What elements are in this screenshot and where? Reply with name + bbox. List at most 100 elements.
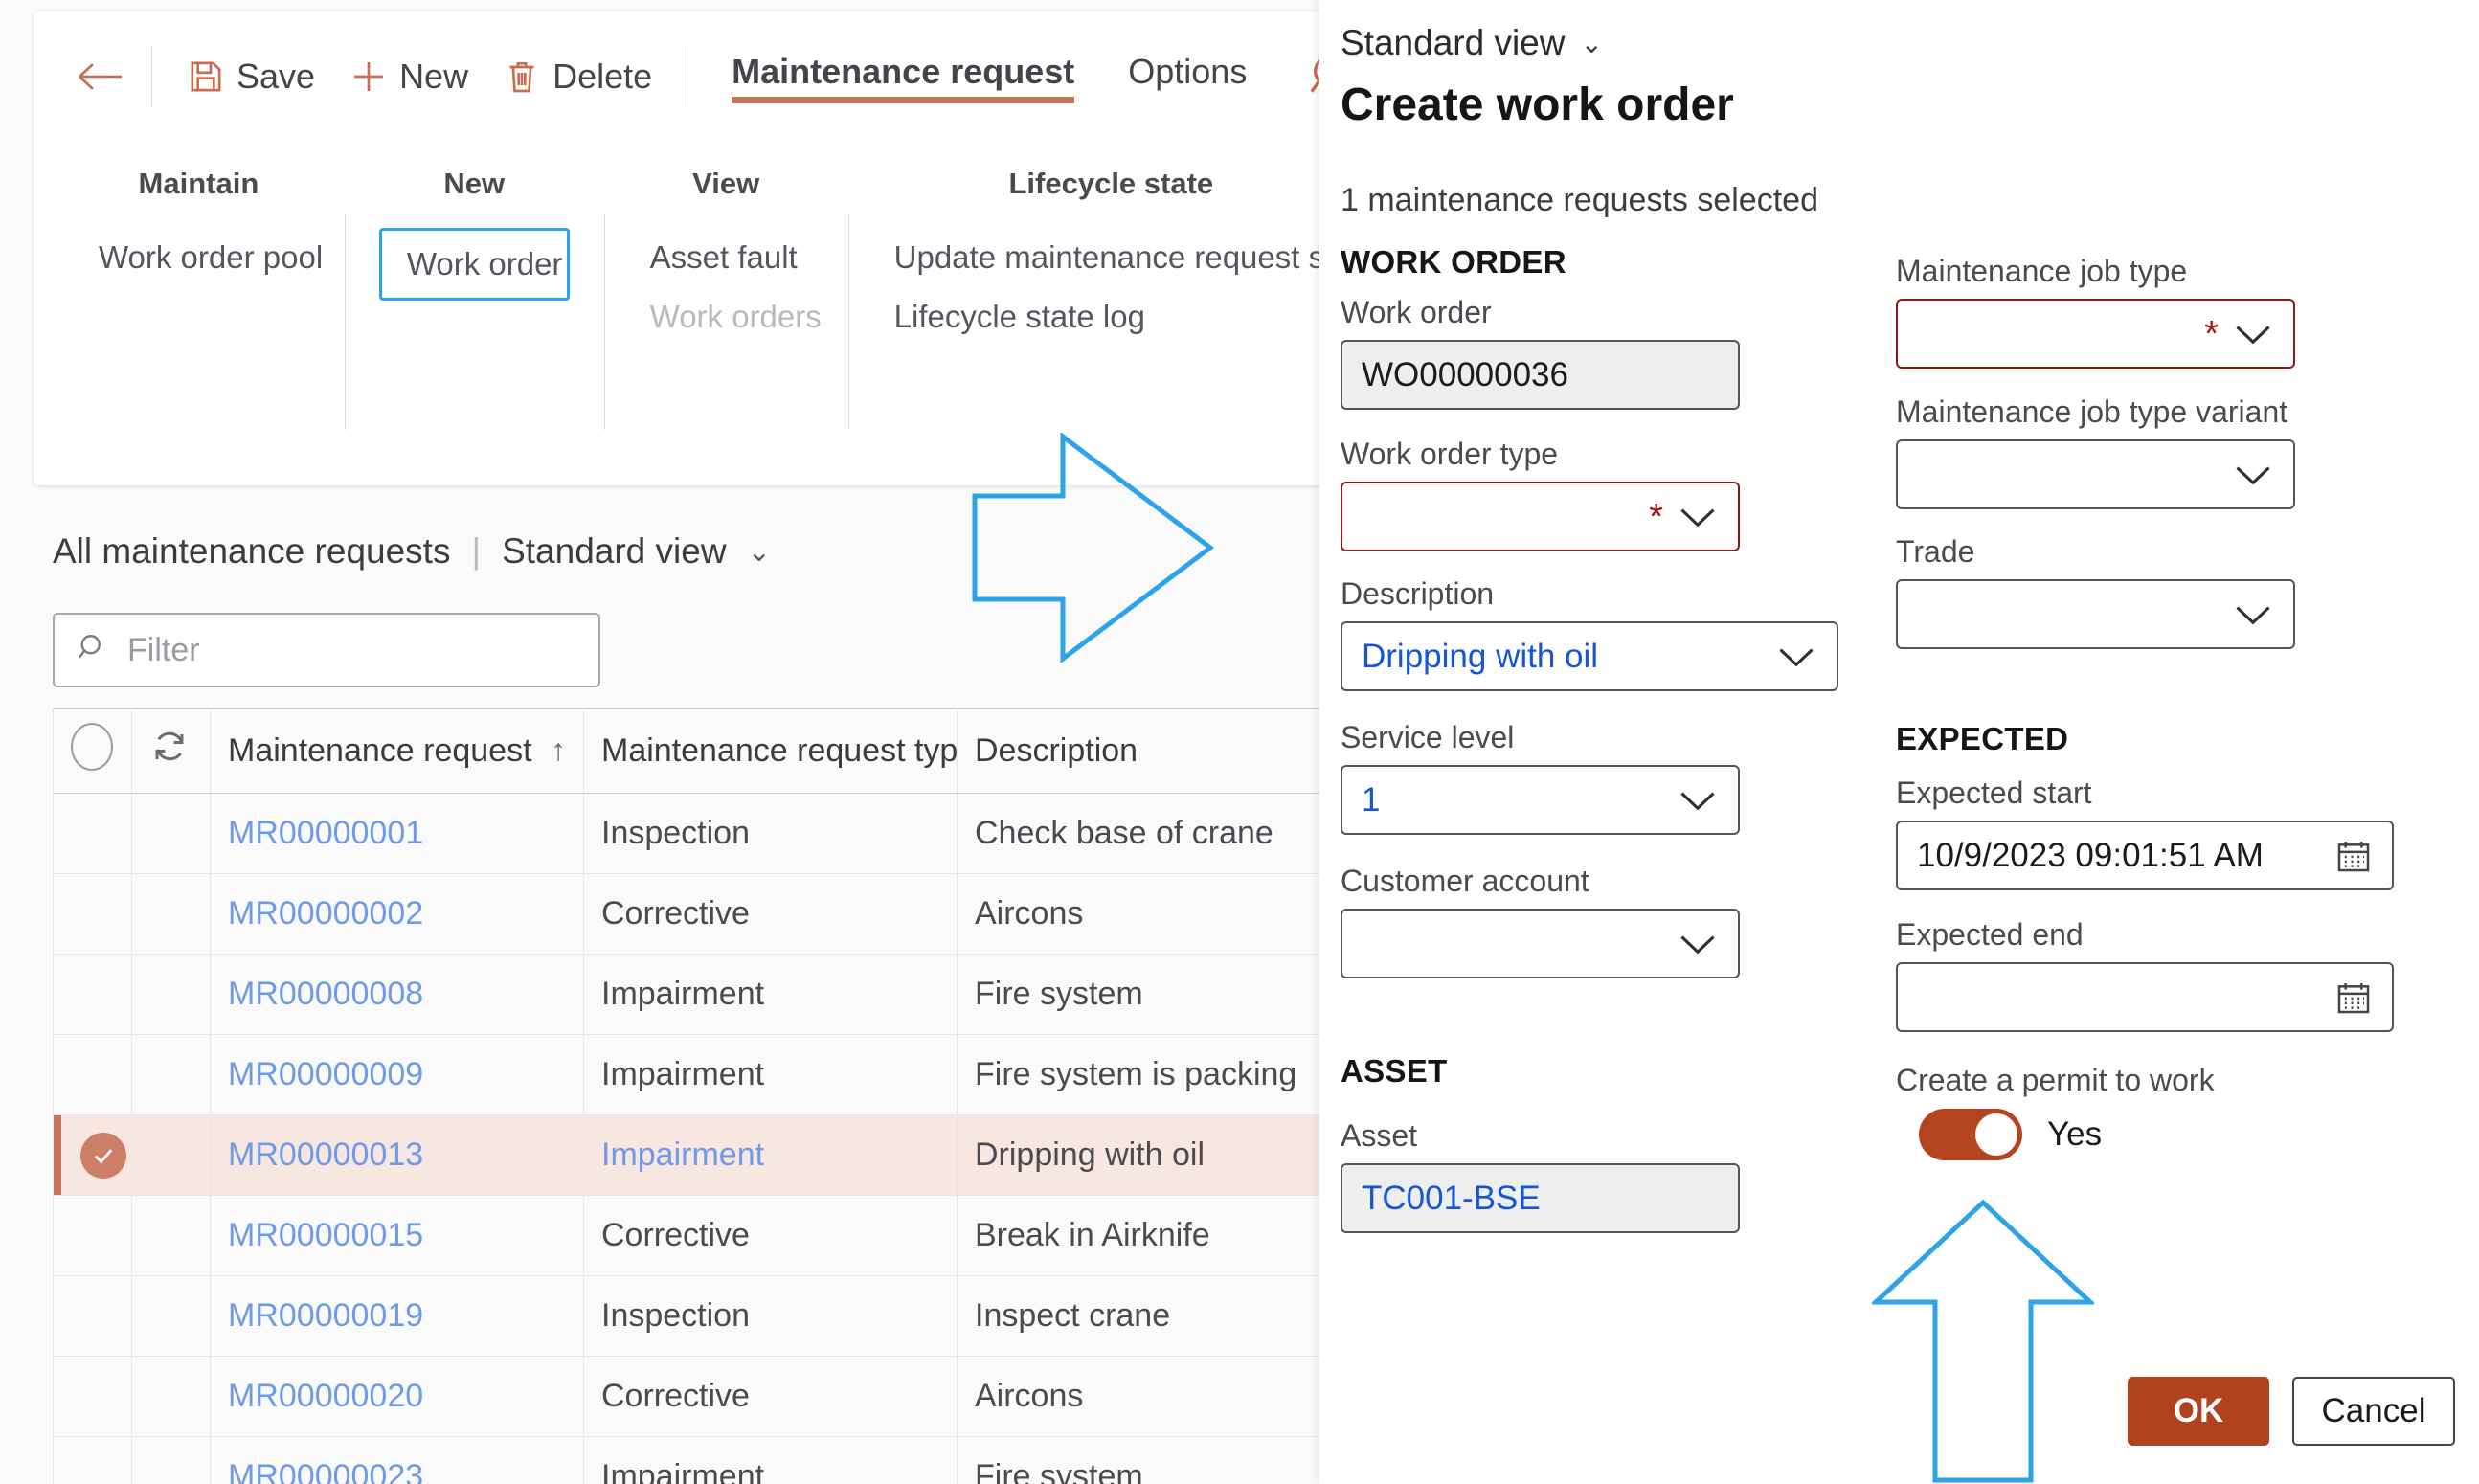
table-row[interactable]: MR00000009 Impairment Fire system is pac…	[53, 1034, 1319, 1115]
field-description: Description Dripping with oil	[1341, 576, 1838, 691]
dialog-view-selector[interactable]: Standard view ⌄	[1341, 23, 1603, 63]
field-value: 1	[1362, 780, 1381, 819]
field-work-order: Work order WO00000036	[1341, 295, 1740, 410]
ok-button[interactable]: OK	[2128, 1377, 2269, 1446]
column-header-maintenance-request-type[interactable]: Maintenance request type	[583, 708, 958, 794]
maintenance-request-link[interactable]: MR00000008	[228, 976, 423, 1012]
table-row[interactable]: MR00000002 Corrective Aircons	[53, 873, 1319, 955]
cell-maintenance-request[interactable]: MR00000001	[210, 793, 584, 874]
cell-maintenance-request[interactable]: MR00000023	[210, 1436, 584, 1484]
table-row[interactable]: MR00000023 Impairment Fire system	[53, 1436, 1319, 1484]
chevron-down-icon[interactable]	[1775, 642, 1817, 671]
ribbon-item-lifecycle-state-log[interactable]: Lifecycle state log	[879, 287, 1319, 347]
field-label: Description	[1341, 576, 1495, 611]
ribbon-groups: Maintain Work order pool New Work order …	[34, 155, 1319, 430]
chevron-down-icon[interactable]	[2232, 600, 2274, 629]
chevron-down-icon[interactable]	[1677, 786, 1719, 815]
cell-maintenance-request[interactable]: MR00000002	[210, 873, 584, 955]
plus-icon	[349, 57, 388, 96]
new-button[interactable]: New	[332, 47, 485, 106]
expected-end-input[interactable]	[1896, 962, 2394, 1032]
refresh-header[interactable]	[131, 708, 211, 794]
ribbon-item-work-order[interactable]: Work order	[378, 228, 570, 301]
column-label: Maintenance request	[228, 732, 532, 769]
row-checkbox[interactable]	[53, 1436, 132, 1484]
row-checkbox[interactable]	[53, 1356, 132, 1437]
cancel-button[interactable]: Cancel	[2292, 1377, 2455, 1446]
back-arrow-icon[interactable]	[67, 43, 134, 110]
required-asterisk-icon: *	[1649, 496, 1663, 537]
maintenance-request-link[interactable]: MR00000019	[228, 1297, 423, 1334]
expected-start-input[interactable]: 10/9/2023 09:01:51 AM	[1896, 821, 2394, 890]
dialog-view-label: Standard view	[1341, 23, 1566, 62]
cell-maintenance-request[interactable]: MR00000013	[210, 1114, 584, 1196]
description-select[interactable]: Dripping with oil	[1341, 621, 1838, 691]
chevron-down-icon[interactable]	[1677, 503, 1719, 531]
maintenance-request-link[interactable]: MR00000001	[228, 815, 423, 851]
toggle-knob	[1975, 1113, 2017, 1156]
maintenance-request-link[interactable]: MR00000015	[228, 1217, 423, 1253]
select-all-header[interactable]	[53, 708, 132, 794]
divider	[151, 45, 152, 107]
maintenance-request-link[interactable]: MR00000009	[228, 1056, 423, 1092]
maintenance-job-type-variant-select[interactable]	[1896, 439, 2295, 509]
maintenance-job-type-select[interactable]: *	[1896, 299, 2295, 369]
filter-input[interactable]: Filter	[53, 613, 600, 687]
tab-maintenance-request[interactable]: Maintenance request	[705, 11, 1101, 103]
row-checkbox[interactable]	[53, 873, 132, 955]
maintenance-request-link[interactable]: MR00000020	[228, 1378, 423, 1414]
tab-options[interactable]: Options	[1101, 11, 1273, 92]
ribbon-item-update-maintenance-request-state[interactable]: Update maintenance request state	[879, 228, 1319, 287]
ribbon-item-asset-fault[interactable]: Asset fault	[635, 228, 818, 287]
cell-description: Fire system	[957, 1436, 1319, 1484]
table-row[interactable]: MR00000008 Impairment Fire system	[53, 954, 1319, 1035]
column-header-description[interactable]: Description	[957, 708, 1319, 794]
cell-maintenance-request[interactable]: MR00000009	[210, 1034, 584, 1115]
cell-maintenance-request[interactable]: MR00000020	[210, 1356, 584, 1437]
cell-maintenance-request[interactable]: MR00000019	[210, 1275, 584, 1357]
row-checkbox-checked[interactable]	[53, 1114, 132, 1196]
table-row[interactable]: MR00000015 Corrective Break in Airknife	[53, 1195, 1319, 1276]
asset-input[interactable]: TC001-BSE	[1341, 1163, 1740, 1233]
service-level-select[interactable]: 1	[1341, 765, 1740, 835]
work-order-type-select[interactable]: *	[1341, 482, 1740, 551]
required-asterisk-icon: *	[2204, 313, 2219, 354]
row-checkbox[interactable]	[53, 1275, 132, 1357]
delete-button[interactable]: Delete	[485, 47, 669, 106]
cell-maintenance-request[interactable]: MR00000015	[210, 1195, 584, 1276]
table-header-row: Maintenance request ↑ Maintenance reques…	[53, 708, 1319, 794]
chevron-down-icon[interactable]	[2232, 320, 2274, 349]
search-icon[interactable]	[1302, 47, 1319, 106]
customer-account-select[interactable]	[1341, 909, 1740, 978]
maintenance-request-link[interactable]: MR00000023	[228, 1458, 423, 1484]
row-checkbox[interactable]	[53, 1195, 132, 1276]
row-indicator	[131, 873, 211, 955]
chevron-down-icon[interactable]: ⌄	[748, 535, 771, 569]
cell-maintenance-request[interactable]: MR00000008	[210, 954, 584, 1035]
row-checkbox[interactable]	[53, 793, 132, 874]
field-service-level: Service level 1	[1341, 720, 1740, 835]
ribbon-item-work-order-pool[interactable]: Work order pool	[83, 228, 323, 287]
save-button[interactable]: Save	[169, 47, 332, 106]
calendar-icon[interactable]	[2334, 978, 2373, 1017]
row-checkbox[interactable]	[53, 1034, 132, 1115]
column-header-maintenance-request[interactable]: Maintenance request ↑	[210, 708, 584, 794]
field-trade: Trade	[1896, 534, 2295, 649]
chevron-down-icon[interactable]	[1677, 930, 1719, 958]
row-checkbox[interactable]	[53, 954, 132, 1035]
table-row[interactable]: MR00000019 Inspection Inspect crane	[53, 1275, 1319, 1357]
maintenance-request-link[interactable]: MR00000013	[228, 1136, 423, 1173]
trade-select[interactable]	[1896, 579, 2295, 649]
create-permit-toggle[interactable]	[1919, 1109, 2022, 1160]
trash-icon	[503, 57, 541, 96]
chevron-down-icon[interactable]	[2232, 461, 2274, 489]
table-row[interactable]: MR00000020 Corrective Aircons	[53, 1356, 1319, 1437]
field-label: Service level	[1341, 720, 1515, 754]
view-selector-label[interactable]: Standard view	[502, 531, 726, 572]
table-row[interactable]: MR00000001 Inspection Check base of cran…	[53, 793, 1319, 874]
table-row-selected[interactable]: MR00000013 Impairment Dripping with oil	[53, 1114, 1319, 1196]
calendar-icon[interactable]	[2334, 837, 2373, 875]
maintenance-request-link[interactable]: MR00000002	[228, 895, 423, 932]
field-expected-start: Expected start 10/9/2023 09:01:51 AM	[1896, 776, 2394, 890]
column-label: Maintenance request type	[601, 732, 958, 769]
